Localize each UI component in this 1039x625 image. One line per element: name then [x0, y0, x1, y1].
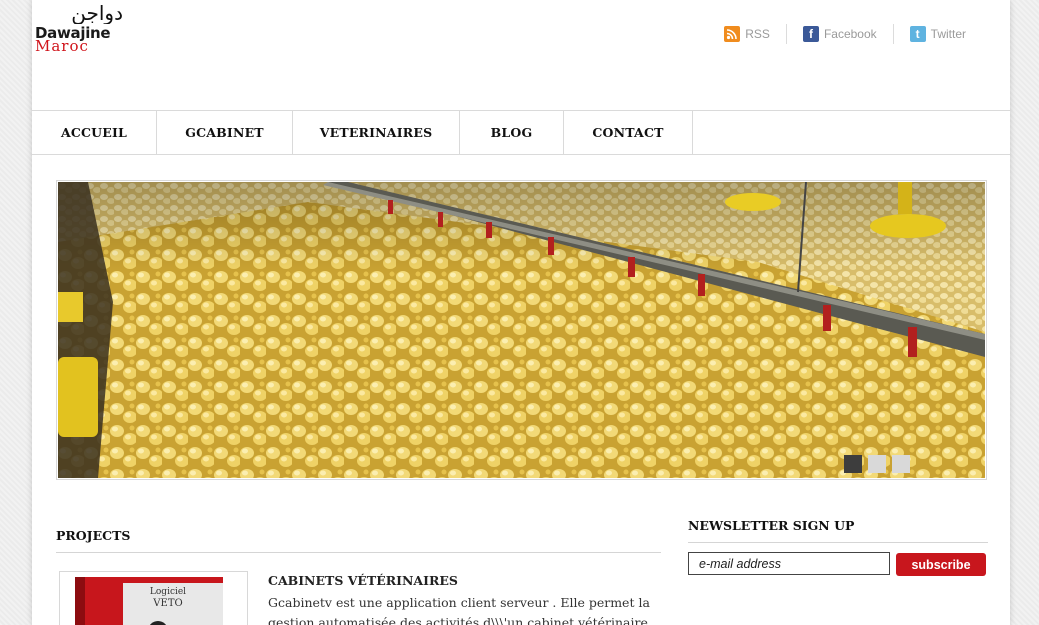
newsletter-email-input[interactable] [688, 552, 890, 575]
nav-item-veterinaires[interactable]: VETERINAIRES [293, 111, 460, 154]
hero-image-chicks [58, 182, 985, 478]
slider-dot-1[interactable] [844, 455, 862, 473]
projects-divider [56, 552, 661, 553]
nav-item-blog[interactable]: BLOG [460, 111, 564, 154]
nav-item-contact[interactable]: CONTACT [564, 111, 693, 154]
nav-item-accueil[interactable]: ACCUEIL [32, 111, 157, 154]
svg-text:VETO: VETO [152, 598, 182, 609]
subscribe-button[interactable]: subscribe [896, 553, 986, 576]
site-logo[interactable]: دواجن Dawajine Maroc [35, 2, 135, 55]
twitter-icon: t [909, 26, 926, 42]
rss-link[interactable]: RSS [708, 24, 786, 44]
slider-pagination [844, 455, 910, 473]
main-nav: ACCUEIL GCABINET VETERINAIRES BLOG CONTA… [32, 110, 1010, 155]
slider-dot-3[interactable] [892, 455, 910, 473]
newsletter-heading: NEWSLETTER SIGN UP [688, 518, 855, 533]
rss-icon [724, 26, 741, 42]
hero-slider[interactable] [56, 180, 987, 480]
facebook-link[interactable]: f Facebook [785, 24, 893, 44]
project-description: Gcabinetv est une application client ser… [268, 595, 652, 625]
projects-heading: PROJECTS [56, 528, 131, 543]
page-container: دواجن Dawajine Maroc RSS f Facebook t Tw… [32, 0, 1010, 625]
slider-dot-2[interactable] [868, 455, 886, 473]
nav-item-gcabinet[interactable]: GCABINET [157, 111, 293, 154]
twitter-label: Twitter [930, 27, 966, 41]
project-thumbnail[interactable]: Logiciel VETO [59, 571, 248, 625]
svg-text:دواجن: دواجن [71, 2, 123, 24]
project-title[interactable]: CABINETS VÉTÉRINAIRES [268, 573, 458, 588]
svg-text:Logiciel: Logiciel [150, 587, 186, 597]
newsletter-divider [688, 542, 988, 543]
social-links: RSS f Facebook t Twitter [708, 24, 982, 44]
software-box-image: Logiciel VETO [75, 577, 223, 625]
logo-text-line2: Maroc [35, 37, 89, 55]
logo-arabic-mark: دواجن [71, 2, 123, 24]
rss-label: RSS [745, 27, 770, 41]
facebook-icon: f [802, 26, 819, 42]
facebook-label: Facebook [823, 27, 877, 41]
twitter-link[interactable]: t Twitter [892, 24, 982, 44]
